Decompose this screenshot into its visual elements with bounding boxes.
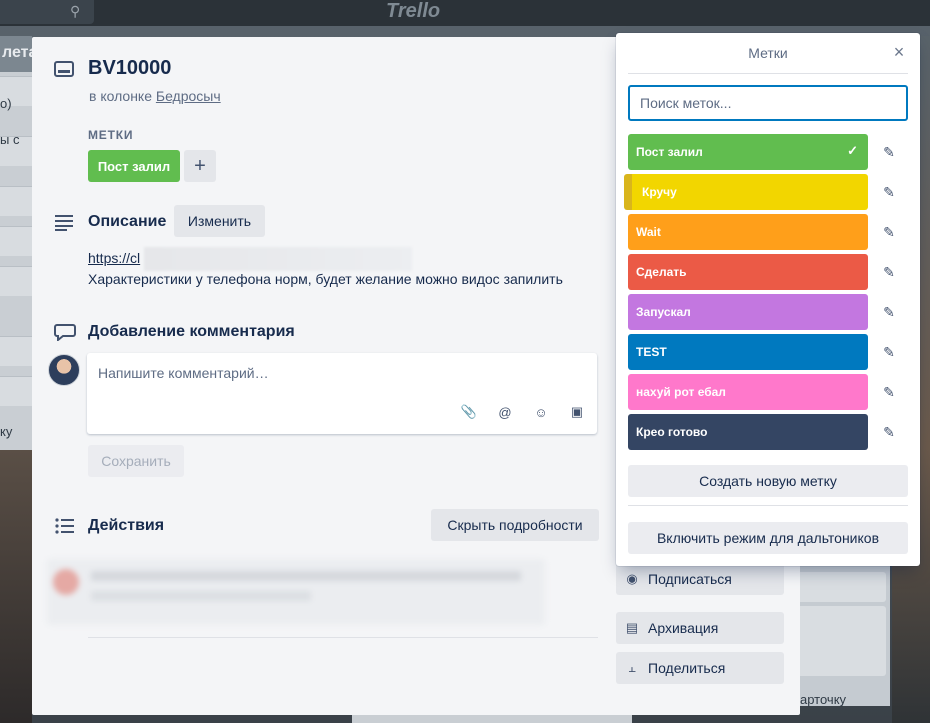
add-label-button[interactable]: +: [184, 150, 216, 182]
background-card: [0, 266, 32, 296]
background-card: [796, 572, 886, 602]
attachment-icon[interactable]: 📎: [461, 404, 477, 420]
background-add-card: арточку: [800, 692, 847, 707]
labels-popover: Метки × Пост залил ✓ ✎ Кручу ✎ Wait ✎ Сделать ✎ З…: [616, 33, 920, 566]
comment-toolbar: 📎 @ ☺ ▣: [461, 404, 585, 420]
label-option-name: нахуй рот ебал: [636, 385, 726, 399]
check-icon: ✓: [847, 143, 858, 158]
divider: [628, 505, 908, 506]
card-label-chip[interactable]: Пост залил: [88, 150, 180, 182]
emoji-icon[interactable]: ☺: [533, 404, 549, 420]
background-card: [0, 186, 32, 216]
edit-label-icon[interactable]: ✎: [878, 421, 900, 443]
avatar[interactable]: [48, 354, 80, 386]
create-label-button[interactable]: Создать новую метку: [628, 465, 908, 497]
label-option-name: TEST: [636, 345, 667, 359]
edit-label-icon[interactable]: ✎: [878, 261, 900, 283]
label-option-name: Wait: [636, 225, 661, 239]
divider: [628, 73, 908, 74]
label-option-name: Пост залил: [636, 145, 703, 159]
edit-label-icon[interactable]: ✎: [878, 381, 900, 403]
column-link[interactable]: Бедросыч: [156, 88, 221, 104]
subscribe-button[interactable]: ◉ Подписаться: [616, 563, 784, 595]
top-header-bar: ⚲ Trello: [0, 0, 930, 26]
card-list-info: в колонке Бедросыч: [89, 88, 221, 104]
background-card: [0, 226, 32, 256]
edit-label-icon[interactable]: ✎: [878, 341, 900, 363]
background-list-title: лета: [0, 36, 32, 72]
labels-heading: МЕТКИ: [88, 128, 134, 142]
subscribe-label: Подписаться: [648, 571, 732, 587]
hide-details-button[interactable]: Скрыть подробности: [431, 509, 599, 541]
archive-icon: ▤: [625, 620, 639, 635]
comment-input[interactable]: Напишите комментарий… 📎 @ ☺ ▣: [87, 353, 597, 434]
board-search[interactable]: ⚲: [0, 0, 94, 24]
label-search-input[interactable]: [628, 85, 908, 121]
share-button[interactable]: ⫠ Поделиться: [616, 652, 784, 684]
background-card: [352, 714, 632, 723]
edit-label-icon[interactable]: ✎: [878, 301, 900, 323]
activity-icon: [55, 518, 74, 534]
label-option[interactable]: Пост залил ✓: [628, 134, 868, 170]
edit-label-icon[interactable]: ✎: [878, 181, 900, 203]
label-option-name: Крео готово: [636, 425, 708, 439]
popover-title: Метки: [748, 45, 788, 61]
redacted-content: [144, 247, 412, 271]
label-option-name: Сделать: [636, 265, 687, 279]
activity-title: Действия: [88, 517, 165, 534]
card-icon[interactable]: ▣: [569, 404, 585, 420]
description-text: Характеристики у телефона норм, будет же…: [88, 271, 563, 287]
label-option[interactable]: Крео готово: [628, 414, 868, 450]
label-option[interactable]: TEST: [628, 334, 868, 370]
background-text: ку: [0, 424, 13, 439]
label-option[interactable]: Запускал: [628, 294, 868, 330]
comment-title: Добавление комментария: [88, 323, 295, 340]
background-card: [0, 376, 32, 406]
comment-placeholder: Напишите комментарий…: [98, 365, 269, 381]
label-option[interactable]: нахуй рот ебал: [628, 374, 868, 410]
save-comment-button[interactable]: Сохранить: [88, 445, 184, 477]
card-icon: [54, 61, 74, 77]
archive-label: Архивация: [648, 620, 719, 636]
label-option[interactable]: Сделать: [628, 254, 868, 290]
trello-logo[interactable]: Trello: [386, 0, 440, 23]
background-text: о): [0, 96, 12, 111]
search-icon[interactable]: ⚲: [70, 3, 80, 20]
label-option[interactable]: Кручу: [624, 174, 868, 210]
label-option[interactable]: Wait: [628, 214, 868, 250]
edit-label-icon[interactable]: ✎: [878, 221, 900, 243]
background-text: ы с: [0, 132, 20, 147]
description-icon: [55, 215, 73, 231]
mention-icon[interactable]: @: [497, 404, 513, 420]
label-option-name: Кручу: [642, 185, 677, 199]
edit-description-button[interactable]: Изменить: [174, 205, 265, 237]
eye-icon: ◉: [626, 571, 638, 586]
card-title[interactable]: BV10000: [88, 57, 171, 80]
background-card: [0, 336, 32, 366]
description-link[interactable]: https://cl: [88, 250, 140, 266]
close-icon[interactable]: ×: [890, 42, 908, 62]
background-card: [796, 606, 886, 676]
divider: [88, 637, 598, 638]
description-title: Описание: [88, 213, 167, 230]
label-option-name: Запускал: [636, 305, 691, 319]
share-icon: ⫠: [628, 660, 636, 675]
colorblind-mode-button[interactable]: Включить режим для дальтоников: [628, 522, 908, 554]
hover-indicator: [624, 174, 632, 210]
share-label: Поделиться: [648, 660, 726, 676]
archive-button[interactable]: ▤ Архивация: [616, 612, 784, 644]
comment-icon: [54, 324, 76, 341]
edit-label-icon[interactable]: ✎: [878, 141, 900, 163]
redacted-activity: [47, 559, 545, 625]
background-image: [0, 450, 32, 723]
in-column-prefix: в колонке: [89, 88, 152, 104]
